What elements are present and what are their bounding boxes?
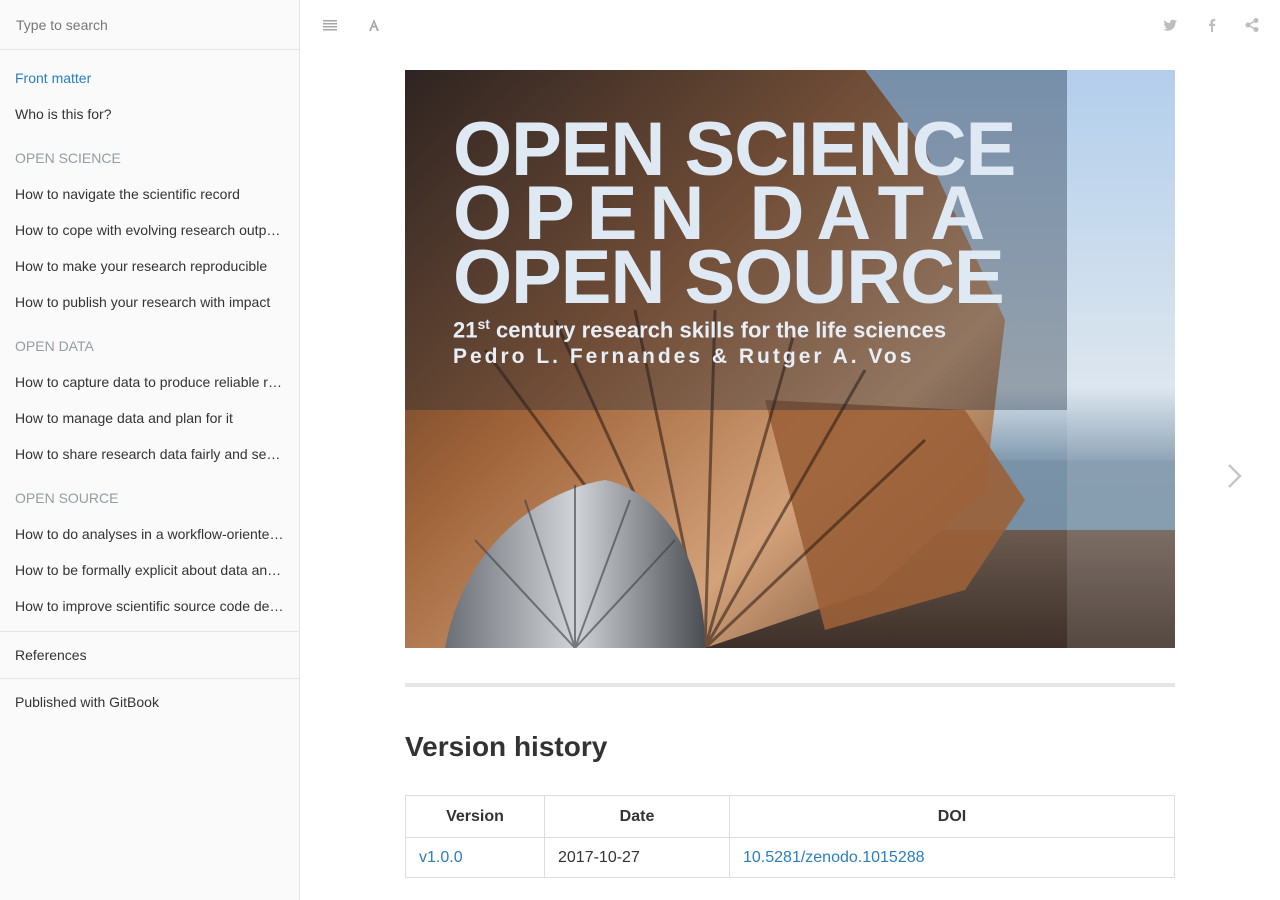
- column-header-doi: DOI: [729, 795, 1175, 838]
- facebook-icon[interactable]: [1204, 17, 1222, 33]
- sidebar-item-reproducible[interactable]: How to make your research reproducible: [0, 248, 299, 284]
- sidebar-section-open-data: OPEN DATA: [15, 338, 94, 354]
- version-cell: v1.0.0: [405, 837, 545, 878]
- book-cover-image: OPEN SCIENCE OPEN DATA OPEN SOURCE 21st …: [405, 70, 1175, 648]
- sidebar-item-manage-data[interactable]: How to manage data and plan for it: [0, 400, 299, 436]
- sidebar-section-open-source: OPEN SOURCE: [15, 490, 119, 506]
- page-body: OPEN SCIENCE OPEN DATA OPEN SOURCE 21st …: [405, 70, 1175, 878]
- cover-line-open-source: OPEN SOURCE: [453, 235, 1005, 320]
- sidebar-nav: Front matter Who is this for? OPEN SCIEN…: [0, 50, 299, 624]
- horizontal-rule: [405, 683, 1175, 687]
- table-row: v1.0.0 2017-10-27 10.5281/zenodo.1015288: [405, 837, 1175, 878]
- share-icon[interactable]: [1244, 17, 1262, 33]
- sidebar-nav-publisher: Published with GitBook: [0, 686, 299, 718]
- doi-link[interactable]: 10.5281/zenodo.1015288: [743, 849, 925, 866]
- date-cell: 2017-10-27: [544, 837, 730, 878]
- version-history-heading: Version history: [405, 731, 608, 762]
- cover-subtitle-ordinal: st: [477, 316, 490, 332]
- sidebar-nav-footer: References: [0, 639, 299, 671]
- sidebar-item-evolving-outputs[interactable]: How to cope with evolving research outpu…: [0, 212, 299, 248]
- table-header-row: Version Date DOI: [405, 795, 1175, 838]
- sidebar-item-capture-data[interactable]: How to capture data to produce reliable …: [0, 364, 299, 400]
- doi-cell: 10.5281/zenodo.1015288: [729, 837, 1175, 878]
- search-input[interactable]: [14, 15, 278, 34]
- sidebar-item-formally-explicit[interactable]: How to be formally explicit about data a…: [0, 552, 299, 588]
- version-history-table: Version Date DOI v1.0.0 2017-10-27 10.52…: [405, 795, 1175, 878]
- sidebar-divider: [0, 631, 299, 632]
- column-header-date: Date: [544, 795, 730, 838]
- cover-subtitle: 21st century research skills for the lif…: [453, 316, 1015, 343]
- search-bar: [0, 0, 299, 50]
- version-link[interactable]: v1.0.0: [419, 849, 463, 866]
- main-content: OPEN SCIENCE OPEN DATA OPEN SOURCE 21st …: [300, 0, 1280, 900]
- sidebar-item-publish-impact[interactable]: How to publish your research with impact: [0, 284, 299, 320]
- cover-subtitle-number: 21: [453, 317, 478, 343]
- sidebar-item-workflow-analyses[interactable]: How to do analyses in a workflow-oriente…: [0, 516, 299, 552]
- sidebar-section-open-science: OPEN SCIENCE: [15, 150, 121, 166]
- sidebar-divider: [0, 678, 299, 679]
- sidebar-item-share-data[interactable]: How to share research data fairly and se…: [0, 436, 299, 472]
- twitter-icon[interactable]: [1162, 17, 1180, 33]
- next-page-chevron-right-icon[interactable]: [1225, 462, 1245, 490]
- published-with-gitbook-link[interactable]: Published with GitBook: [0, 686, 299, 718]
- cover-authors: Pedro L. Fernandes & Rutger A. Vos: [453, 345, 915, 369]
- cover-title-block: OPEN SCIENCE OPEN DATA OPEN SOURCE 21st …: [453, 112, 1016, 369]
- sidebar-item-source-code[interactable]: How to improve scientific source code de…: [0, 588, 299, 624]
- sidebar-item-front-matter[interactable]: Front matter: [0, 60, 299, 96]
- cover-subtitle-text: century research skills for the life sci…: [489, 317, 947, 343]
- menu-icon[interactable]: [322, 17, 340, 33]
- sidebar-item-references[interactable]: References: [0, 639, 299, 671]
- sidebar-item-navigate-record[interactable]: How to navigate the scientific record: [0, 176, 299, 212]
- column-header-version: Version: [405, 795, 545, 838]
- sidebar-item-who-is-this-for[interactable]: Who is this for?: [0, 96, 299, 132]
- sidebar: Front matter Who is this for? OPEN SCIEN…: [0, 0, 300, 900]
- font-settings-icon[interactable]: [366, 17, 384, 33]
